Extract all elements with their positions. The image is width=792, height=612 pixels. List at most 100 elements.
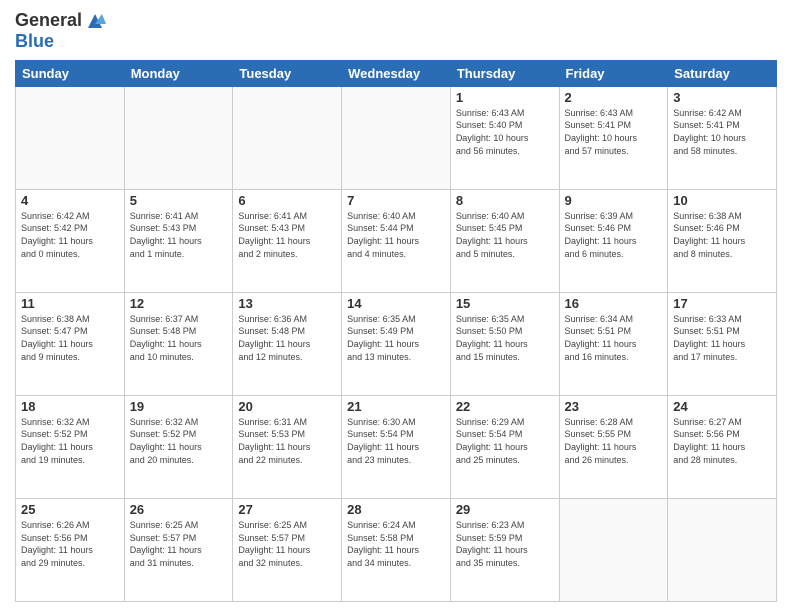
day-info: Sunrise: 6:33 AMSunset: 5:51 PMDaylight:…	[673, 313, 771, 363]
day-cell: 27 Sunrise: 6:25 AMSunset: 5:57 PMDayligh…	[233, 498, 342, 601]
day-info: Sunrise: 6:29 AMSunset: 5:54 PMDaylight:…	[456, 416, 554, 466]
day-info: Sunrise: 6:31 AMSunset: 5:53 PMDaylight:…	[238, 416, 336, 466]
day-cell	[233, 86, 342, 189]
day-cell: 18 Sunrise: 6:32 AMSunset: 5:52 PMDayligh…	[16, 395, 125, 498]
week-row-1: 1 Sunrise: 6:43 AMSunset: 5:40 PMDaylight…	[16, 86, 777, 189]
day-number: 25	[21, 502, 119, 517]
day-number: 1	[456, 90, 554, 105]
day-cell: 14 Sunrise: 6:35 AMSunset: 5:49 PMDayligh…	[342, 292, 451, 395]
day-cell: 7 Sunrise: 6:40 AMSunset: 5:44 PMDaylight…	[342, 189, 451, 292]
day-number: 15	[456, 296, 554, 311]
day-cell: 15 Sunrise: 6:35 AMSunset: 5:50 PMDayligh…	[450, 292, 559, 395]
day-cell	[559, 498, 668, 601]
day-number: 24	[673, 399, 771, 414]
day-number: 11	[21, 296, 119, 311]
day-cell: 13 Sunrise: 6:36 AMSunset: 5:48 PMDayligh…	[233, 292, 342, 395]
day-number: 17	[673, 296, 771, 311]
day-number: 5	[130, 193, 228, 208]
day-info: Sunrise: 6:36 AMSunset: 5:48 PMDaylight:…	[238, 313, 336, 363]
day-info: Sunrise: 6:41 AMSunset: 5:43 PMDaylight:…	[130, 210, 228, 260]
day-info: Sunrise: 6:32 AMSunset: 5:52 PMDaylight:…	[21, 416, 119, 466]
day-cell: 1 Sunrise: 6:43 AMSunset: 5:40 PMDaylight…	[450, 86, 559, 189]
day-info: Sunrise: 6:25 AMSunset: 5:57 PMDaylight:…	[238, 519, 336, 569]
week-row-2: 4 Sunrise: 6:42 AMSunset: 5:42 PMDaylight…	[16, 189, 777, 292]
day-info: Sunrise: 6:37 AMSunset: 5:48 PMDaylight:…	[130, 313, 228, 363]
day-info: Sunrise: 6:26 AMSunset: 5:56 PMDaylight:…	[21, 519, 119, 569]
day-cell: 3Sunrise: 6:42 AMSunset: 5:41 PMDaylight…	[668, 86, 777, 189]
day-cell: 26 Sunrise: 6:25 AMSunset: 5:57 PMDayligh…	[124, 498, 233, 601]
day-cell: 28Sunrise: 6:24 AMSunset: 5:58 PMDayligh…	[342, 498, 451, 601]
day-number: 4	[21, 193, 119, 208]
day-number: 8	[456, 193, 554, 208]
day-cell	[668, 498, 777, 601]
day-cell: 17 Sunrise: 6:33 AMSunset: 5:51 PMDayligh…	[668, 292, 777, 395]
day-cell	[124, 86, 233, 189]
day-number: 14	[347, 296, 445, 311]
day-number: 22	[456, 399, 554, 414]
day-info: Sunrise: 6:42 AMSunset: 5:41 PMDaylight:…	[673, 107, 771, 157]
day-cell: 12Sunrise: 6:37 AMSunset: 5:48 PMDayligh…	[124, 292, 233, 395]
day-cell: 21 Sunrise: 6:30 AMSunset: 5:54 PMDayligh…	[342, 395, 451, 498]
day-number: 16	[565, 296, 663, 311]
day-info: Sunrise: 6:40 AMSunset: 5:45 PMDaylight:…	[456, 210, 554, 260]
col-header-thursday: Thursday	[450, 60, 559, 86]
day-cell: 5 Sunrise: 6:41 AMSunset: 5:43 PMDaylight…	[124, 189, 233, 292]
day-number: 27	[238, 502, 336, 517]
day-info: Sunrise: 6:43 AMSunset: 5:40 PMDaylight:…	[456, 107, 554, 157]
day-cell: 16 Sunrise: 6:34 AMSunset: 5:51 PMDayligh…	[559, 292, 668, 395]
day-number: 20	[238, 399, 336, 414]
day-number: 23	[565, 399, 663, 414]
day-info: Sunrise: 6:30 AMSunset: 5:54 PMDaylight:…	[347, 416, 445, 466]
day-info: Sunrise: 6:25 AMSunset: 5:57 PMDaylight:…	[130, 519, 228, 569]
day-number: 26	[130, 502, 228, 517]
day-cell: 11Sunrise: 6:38 AMSunset: 5:47 PMDayligh…	[16, 292, 125, 395]
day-cell: 4 Sunrise: 6:42 AMSunset: 5:42 PMDaylight…	[16, 189, 125, 292]
day-cell: 25 Sunrise: 6:26 AMSunset: 5:56 PMDayligh…	[16, 498, 125, 601]
day-number: 2	[565, 90, 663, 105]
col-header-sunday: Sunday	[16, 60, 125, 86]
week-row-3: 11Sunrise: 6:38 AMSunset: 5:47 PMDayligh…	[16, 292, 777, 395]
page: General Blue SundayMondayTuesdayWednesda…	[0, 0, 792, 612]
day-number: 10	[673, 193, 771, 208]
week-row-4: 18 Sunrise: 6:32 AMSunset: 5:52 PMDayligh…	[16, 395, 777, 498]
logo-text-general: General	[15, 11, 82, 31]
day-cell: 20 Sunrise: 6:31 AMSunset: 5:53 PMDayligh…	[233, 395, 342, 498]
day-number: 18	[21, 399, 119, 414]
day-info: Sunrise: 6:35 AMSunset: 5:50 PMDaylight:…	[456, 313, 554, 363]
day-number: 21	[347, 399, 445, 414]
day-info: Sunrise: 6:42 AMSunset: 5:42 PMDaylight:…	[21, 210, 119, 260]
day-cell: 22 Sunrise: 6:29 AMSunset: 5:54 PMDayligh…	[450, 395, 559, 498]
calendar-table: SundayMondayTuesdayWednesdayThursdayFrid…	[15, 60, 777, 602]
day-info: Sunrise: 6:40 AMSunset: 5:44 PMDaylight:…	[347, 210, 445, 260]
day-number: 29	[456, 502, 554, 517]
col-header-saturday: Saturday	[668, 60, 777, 86]
col-header-friday: Friday	[559, 60, 668, 86]
day-cell: 6 Sunrise: 6:41 AMSunset: 5:43 PMDaylight…	[233, 189, 342, 292]
day-info: Sunrise: 6:23 AMSunset: 5:59 PMDaylight:…	[456, 519, 554, 569]
day-number: 6	[238, 193, 336, 208]
day-info: Sunrise: 6:35 AMSunset: 5:49 PMDaylight:…	[347, 313, 445, 363]
day-cell: 23 Sunrise: 6:28 AMSunset: 5:55 PMDayligh…	[559, 395, 668, 498]
day-cell: 29 Sunrise: 6:23 AMSunset: 5:59 PMDayligh…	[450, 498, 559, 601]
day-info: Sunrise: 6:28 AMSunset: 5:55 PMDaylight:…	[565, 416, 663, 466]
day-cell: 9Sunrise: 6:39 AMSunset: 5:46 PMDaylight…	[559, 189, 668, 292]
logo-text-blue: Blue	[15, 32, 106, 52]
day-cell: 24 Sunrise: 6:27 AMSunset: 5:56 PMDayligh…	[668, 395, 777, 498]
day-number: 13	[238, 296, 336, 311]
col-header-monday: Monday	[124, 60, 233, 86]
logo-icon	[84, 10, 106, 32]
day-number: 28	[347, 502, 445, 517]
day-info: Sunrise: 6:39 AMSunset: 5:46 PMDaylight:…	[565, 210, 663, 260]
col-header-wednesday: Wednesday	[342, 60, 451, 86]
week-row-5: 25 Sunrise: 6:26 AMSunset: 5:56 PMDayligh…	[16, 498, 777, 601]
header: General Blue	[15, 10, 777, 52]
day-cell	[16, 86, 125, 189]
calendar-header-row: SundayMondayTuesdayWednesdayThursdayFrid…	[16, 60, 777, 86]
day-info: Sunrise: 6:43 AMSunset: 5:41 PMDaylight:…	[565, 107, 663, 157]
logo: General Blue	[15, 10, 106, 52]
day-number: 7	[347, 193, 445, 208]
day-info: Sunrise: 6:27 AMSunset: 5:56 PMDaylight:…	[673, 416, 771, 466]
day-info: Sunrise: 6:38 AMSunset: 5:46 PMDaylight:…	[673, 210, 771, 260]
day-info: Sunrise: 6:41 AMSunset: 5:43 PMDaylight:…	[238, 210, 336, 260]
day-info: Sunrise: 6:34 AMSunset: 5:51 PMDaylight:…	[565, 313, 663, 363]
